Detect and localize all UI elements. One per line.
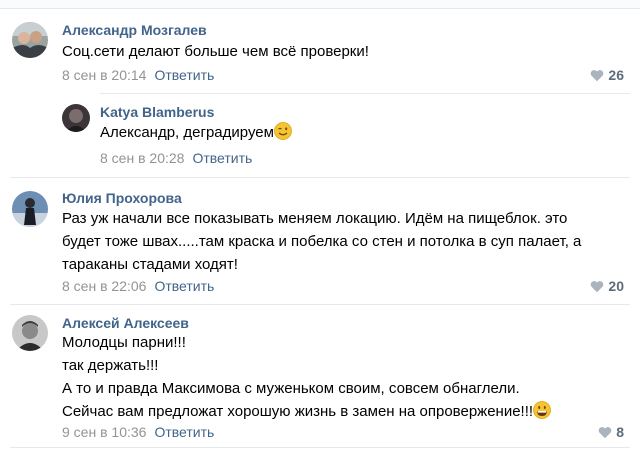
text-line: тараканы стадами ходят!	[62, 256, 238, 273]
like-button[interactable]: 26	[590, 67, 624, 83]
avatar[interactable]	[12, 22, 48, 58]
text-line: Молодцы парни!!!	[62, 334, 186, 351]
reply-button[interactable]: Ответить	[192, 150, 252, 166]
comment-date[interactable]: 8 сен в 22:06	[62, 278, 146, 294]
comment-text: Молодцы парни!!! так держать!!! А то и п…	[62, 331, 551, 423]
comment-meta: 9 сен в 10:36 Ответить	[62, 424, 214, 440]
author-name[interactable]: Александр Мозгалев	[62, 22, 207, 38]
comment-text: Соц.сети делают больше чем всё проверки!	[62, 40, 369, 63]
comment-text: Александр, деградируем	[100, 121, 292, 144]
like-count: 8	[616, 424, 624, 440]
comment-meta: 8 сен в 22:06 Ответить	[62, 278, 214, 294]
author-name[interactable]: Katya Blamberus	[100, 104, 214, 120]
comment-meta: 8 сен в 20:14 Ответить	[62, 67, 214, 83]
comment-meta: 8 сен в 20:28 Ответить	[100, 150, 252, 166]
like-button[interactable]: 8	[598, 424, 624, 440]
text-line: Соц.сети делают больше чем всё проверки!	[62, 43, 369, 60]
comment-date[interactable]: 8 сен в 20:28	[100, 150, 184, 166]
divider	[10, 177, 630, 178]
reply-button[interactable]: Ответить	[154, 278, 214, 294]
text-line: Александр, деградируем	[100, 121, 292, 144]
comment-text: Раз уж начали все показывать меняем лока…	[62, 207, 581, 276]
heart-icon	[591, 69, 604, 81]
like-count: 26	[608, 67, 624, 83]
like-count: 20	[608, 278, 624, 294]
text-line-content: Сейчас вам предложат хорошую жизнь в зам…	[62, 403, 534, 420]
comment-date[interactable]: 9 сен в 10:36	[62, 424, 146, 440]
comment-date[interactable]: 8 сен в 20:14	[62, 67, 146, 83]
reply-button[interactable]: Ответить	[154, 67, 214, 83]
avatar[interactable]	[62, 104, 90, 132]
author-name[interactable]: Юлия Прохорова	[62, 190, 182, 206]
divider	[10, 304, 630, 305]
grin-emoji-icon	[533, 401, 551, 419]
avatar[interactable]	[12, 191, 48, 227]
heart-icon	[591, 280, 604, 292]
author-name[interactable]: Алексей Алексеев	[62, 315, 189, 331]
reply-button[interactable]: Ответить	[154, 424, 214, 440]
divider	[10, 447, 630, 448]
avatar[interactable]	[12, 315, 48, 351]
text-line: А то и правда Максимова с муженьком свои…	[62, 380, 520, 397]
text-line-content: Александр, деградируем	[100, 124, 274, 141]
text-line: так держать!!!	[62, 357, 159, 374]
text-line: будет тоже швах.....там краска и побелка…	[62, 233, 582, 250]
divider	[100, 93, 630, 94]
wink-emoji-icon	[274, 122, 292, 140]
heart-icon	[598, 426, 612, 438]
like-button[interactable]: 20	[590, 278, 624, 294]
top-edge	[0, 0, 640, 9]
text-line: Раз уж начали все показывать меняем лока…	[62, 210, 568, 227]
text-line: Сейчас вам предложат хорошую жизнь в зам…	[62, 400, 551, 423]
